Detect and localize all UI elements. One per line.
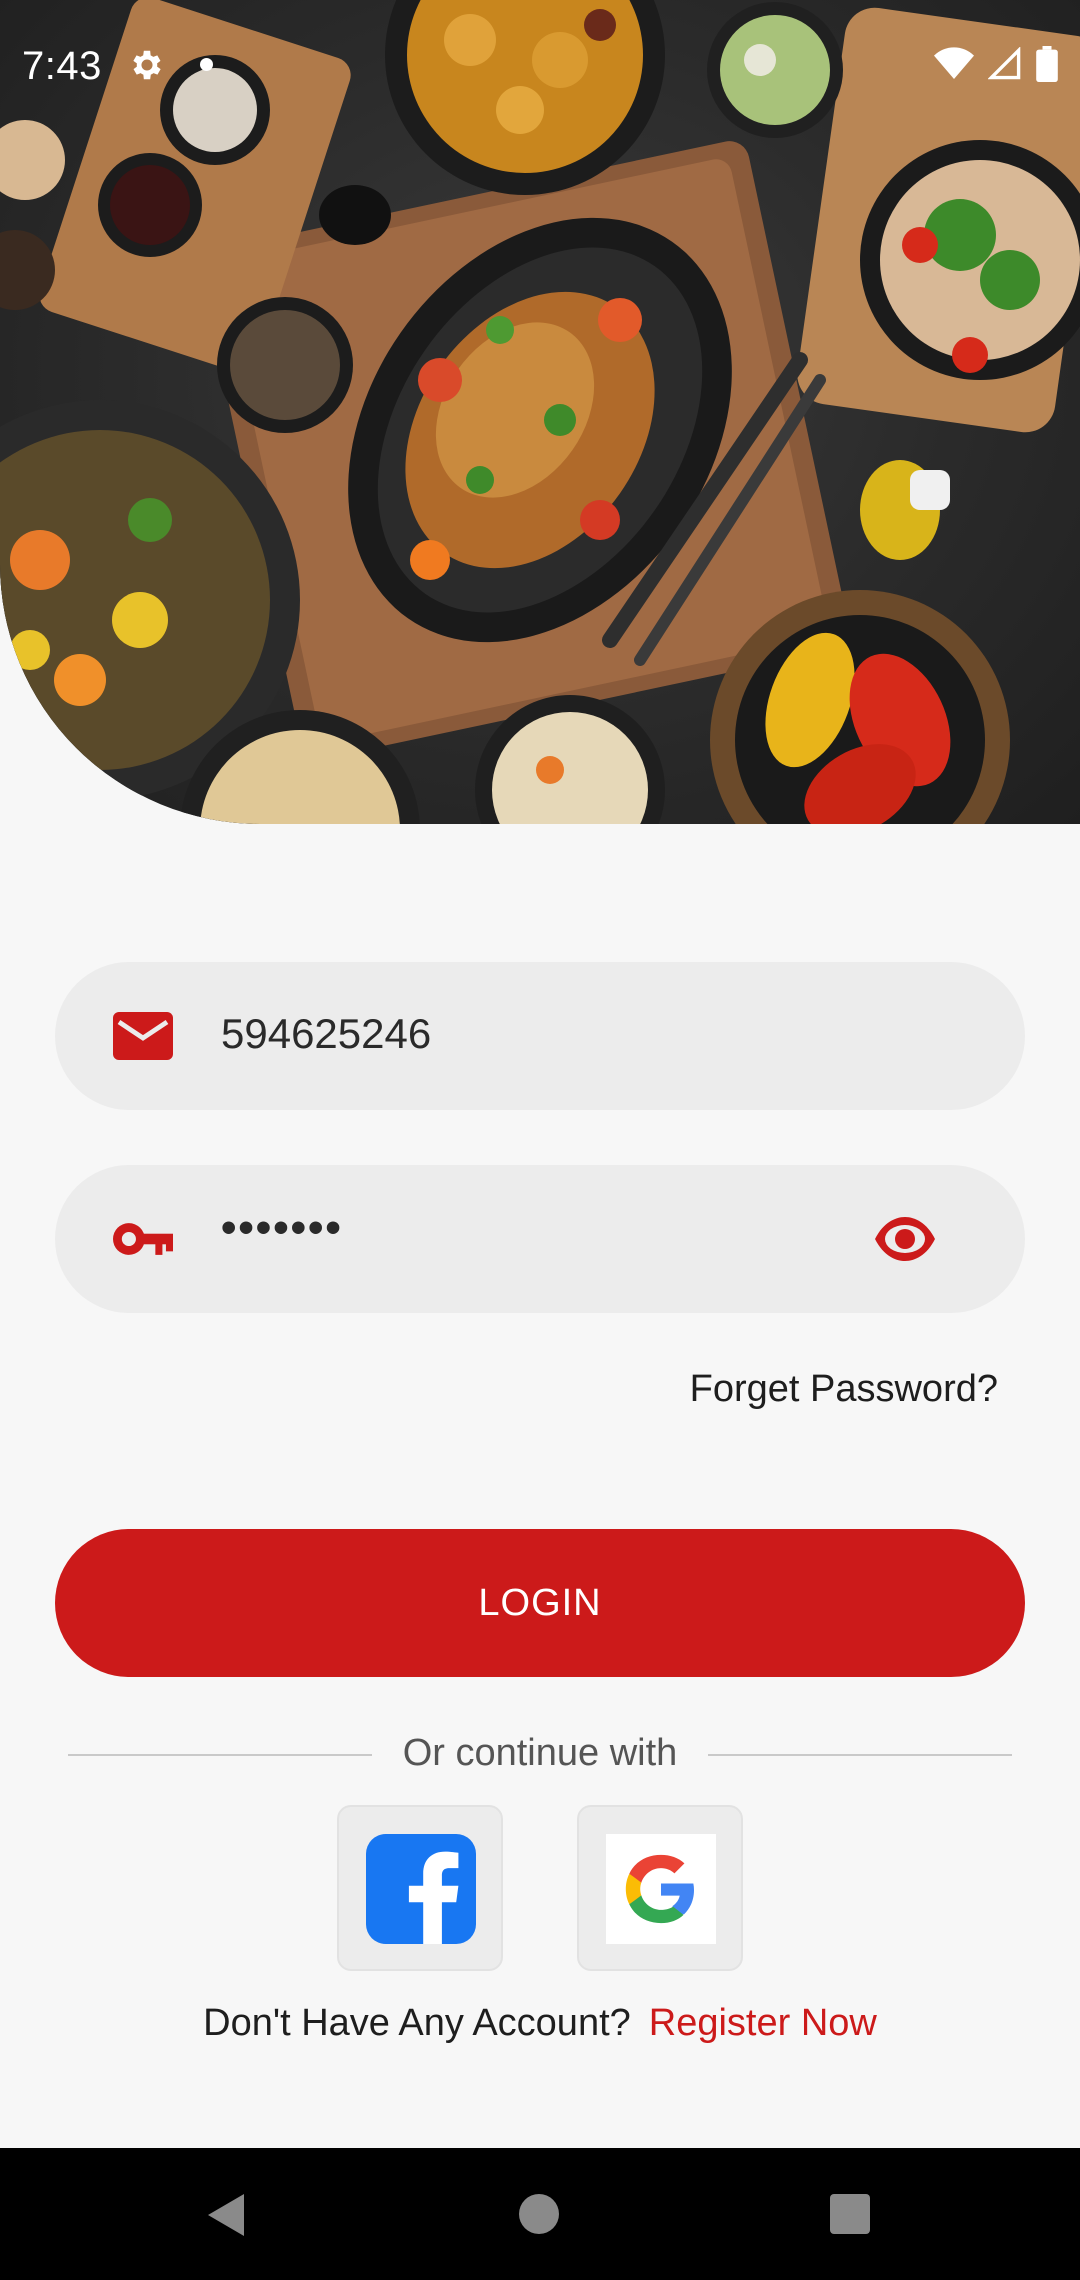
recent-apps-icon[interactable] xyxy=(830,2194,870,2234)
google-login-button[interactable] xyxy=(577,1805,743,1971)
facebook-login-button[interactable] xyxy=(337,1805,503,1971)
status-time: 7:43 xyxy=(22,44,102,88)
register-question: Don't Have Any Account? xyxy=(203,2002,631,2044)
eye-icon[interactable] xyxy=(873,1213,937,1265)
status-icons xyxy=(934,46,1058,82)
login-button[interactable]: LOGIN xyxy=(55,1529,1025,1677)
status-bar: 7:43 xyxy=(0,0,1080,140)
battery-icon xyxy=(1036,46,1058,82)
facebook-icon xyxy=(366,1834,476,1944)
navigation-bar xyxy=(0,2148,1080,2280)
home-icon[interactable] xyxy=(519,2194,559,2234)
notification-dot xyxy=(200,58,213,71)
key-icon xyxy=(113,1223,173,1255)
signal-icon xyxy=(988,47,1021,80)
wifi-icon xyxy=(934,47,974,79)
google-icon xyxy=(606,1834,716,1944)
email-value[interactable]: 594625246 xyxy=(221,1010,431,1058)
password-value[interactable]: ••••••• xyxy=(221,1203,343,1253)
register-row: Don't Have Any Account? Register Now xyxy=(0,2002,1080,2045)
envelope-icon xyxy=(113,1012,173,1060)
forgot-password-link[interactable]: Forget Password? xyxy=(690,1368,998,1411)
email-field[interactable]: 594625246 xyxy=(55,962,1025,1110)
password-field[interactable]: ••••••• xyxy=(55,1165,1025,1313)
gear-icon xyxy=(133,50,161,80)
register-now-link[interactable]: Register Now xyxy=(649,2002,877,2044)
divider-line-right xyxy=(708,1754,1012,1756)
social-divider: Or continue with xyxy=(68,1728,1012,1780)
back-icon[interactable] xyxy=(206,2192,246,2238)
